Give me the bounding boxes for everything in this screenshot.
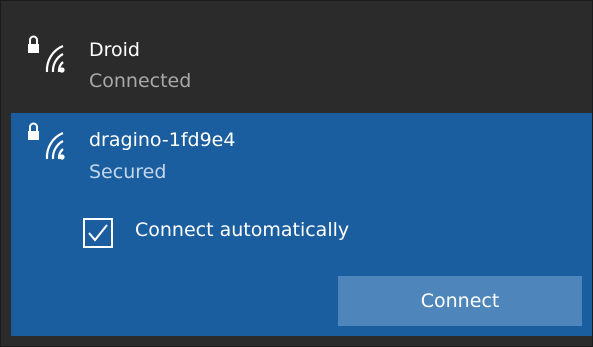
wifi-flyout: Droid Connected dragino-1fd9e4 Secured C… [0, 0, 593, 347]
network-name: dragino-1fd9e4 [89, 129, 236, 151]
connect-button[interactable]: Connect [338, 276, 582, 326]
network-status: Secured [89, 161, 167, 183]
secured-wifi-icon [28, 122, 65, 160]
connect-automatically-label[interactable]: Connect automatically [135, 219, 349, 241]
checkmark-icon [88, 224, 108, 242]
flyout-bottom-edge [1, 336, 592, 346]
secured-wifi-icon [28, 35, 65, 73]
network-name: Droid [89, 39, 140, 61]
network-status: Connected [89, 70, 192, 92]
network-item-droid[interactable]: Droid Connected [1, 1, 592, 113]
connect-automatically-checkbox[interactable] [83, 218, 113, 248]
